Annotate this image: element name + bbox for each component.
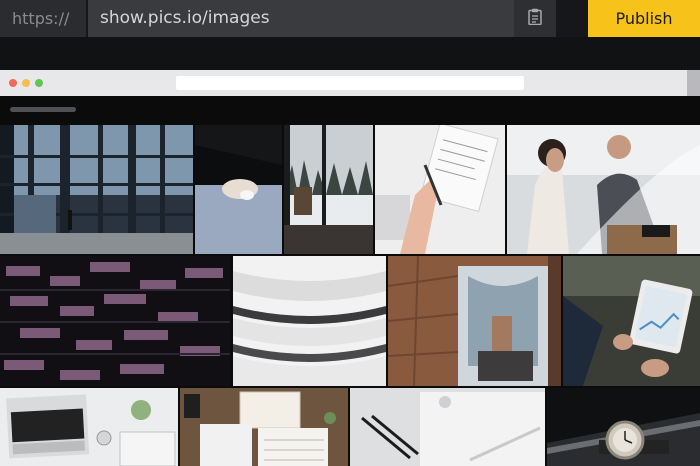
gallery-image[interactable] <box>507 125 700 254</box>
gallery-image[interactable] <box>284 125 373 254</box>
gallery-image[interactable] <box>388 256 561 386</box>
url-protocol: https:// <box>0 0 86 37</box>
gallery-image[interactable] <box>563 256 700 386</box>
gallery-image[interactable] <box>180 388 348 466</box>
gallery-image[interactable] <box>0 125 193 254</box>
browser-address-bar[interactable] <box>176 76 524 90</box>
gallery-image[interactable] <box>0 256 230 386</box>
gallery-image[interactable] <box>0 388 178 466</box>
gallery-image[interactable] <box>350 388 545 466</box>
minimize-window-dot[interactable] <box>22 79 30 87</box>
publish-toolbar: https:// show.pics.io/images Publish <box>0 0 700 37</box>
browser-chrome <box>0 70 687 96</box>
gallery-image[interactable] <box>233 256 386 386</box>
browser-chrome-edge <box>687 70 700 96</box>
gallery-image[interactable] <box>195 125 282 254</box>
gallery-image[interactable] <box>547 388 700 466</box>
gallery-image[interactable] <box>375 125 505 254</box>
clipboard-icon <box>528 8 542 29</box>
page-title-placeholder <box>10 107 76 112</box>
page-header <box>0 96 700 125</box>
close-window-dot[interactable] <box>9 79 17 87</box>
publish-button[interactable]: Publish <box>588 0 700 37</box>
zoom-window-dot[interactable] <box>35 79 43 87</box>
copy-url-button[interactable] <box>514 0 556 37</box>
share-url-field[interactable]: show.pics.io/images <box>88 0 514 37</box>
browser-preview <box>0 70 700 466</box>
image-gallery <box>0 125 700 466</box>
